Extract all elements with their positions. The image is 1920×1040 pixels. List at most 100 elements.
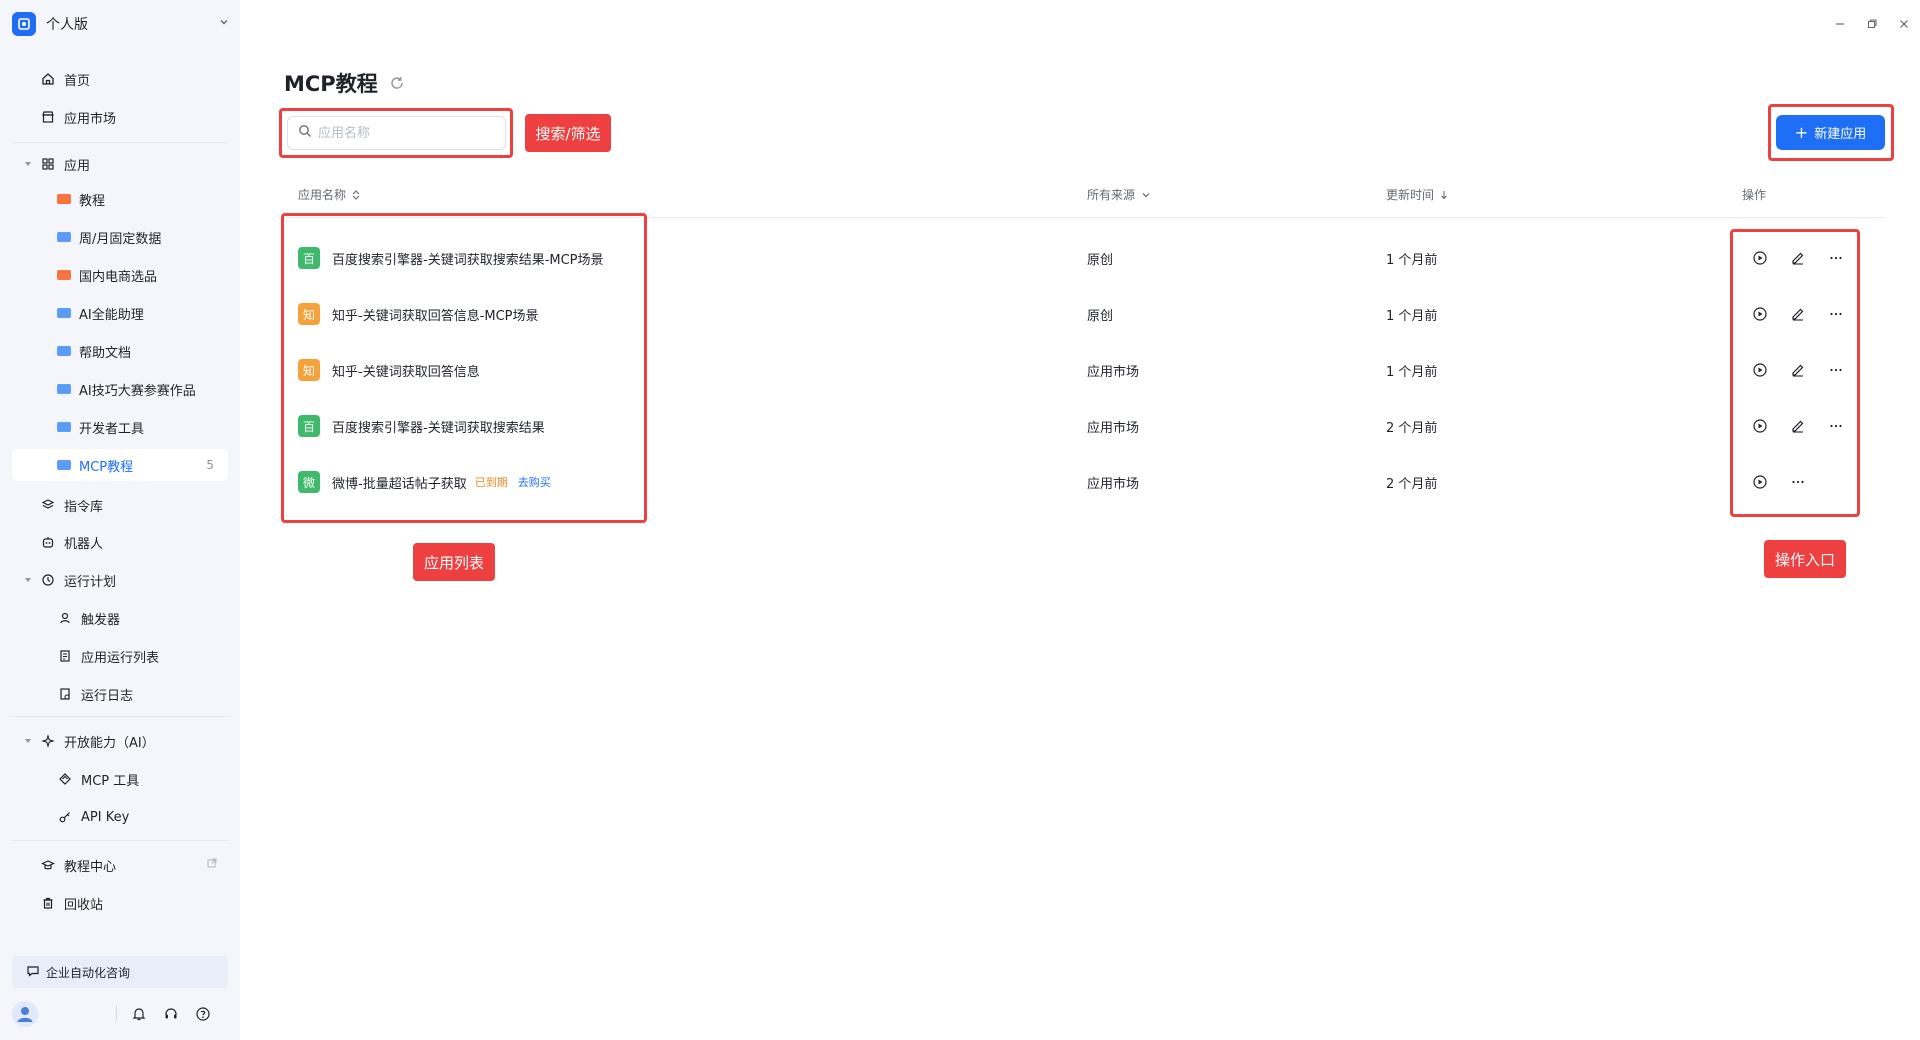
buy-link[interactable]: 去购买 bbox=[518, 474, 551, 490]
search-input[interactable] bbox=[318, 125, 498, 141]
folder-icon bbox=[57, 194, 71, 204]
sidebar-folder-ai-assistant[interactable]: AI全能助理 bbox=[12, 297, 228, 329]
app-updated: 2 个月前 bbox=[1386, 476, 1438, 492]
more-icon[interactable] bbox=[1825, 359, 1847, 381]
run-icon[interactable] bbox=[1749, 359, 1771, 381]
sidebar-item-tutorial-center[interactable]: 教程中心 bbox=[12, 849, 228, 881]
divider bbox=[12, 716, 228, 717]
clock-icon bbox=[40, 572, 56, 588]
sidebar-item-label: AI技巧大赛参赛作品 bbox=[79, 383, 196, 399]
table-row[interactable]: 百 百度搜索引擎器-关键词获取搜索结果 应用市场 2 个月前 bbox=[284, 398, 1886, 454]
chat-icon bbox=[26, 964, 40, 981]
layers-icon bbox=[40, 497, 56, 513]
external-link-icon bbox=[206, 857, 218, 873]
sidebar-folder-ai-contest[interactable]: AI技巧大赛参赛作品 bbox=[12, 373, 228, 405]
edit-icon[interactable] bbox=[1787, 247, 1809, 269]
run-icon[interactable] bbox=[1749, 247, 1771, 269]
app-icon: 微 bbox=[298, 471, 320, 493]
app-name-cell: 百 百度搜索引擎器-关键词获取搜索结果 bbox=[298, 398, 545, 454]
sidebar-item-label: 开发者工具 bbox=[79, 421, 145, 437]
sidebar-item-label: MCP 工具 bbox=[81, 773, 140, 789]
minimize-window-icon[interactable] bbox=[1830, 14, 1850, 34]
table-row[interactable]: 知 知乎-关键词获取回答信息 应用市场 1 个月前 bbox=[284, 342, 1886, 398]
more-icon[interactable] bbox=[1825, 247, 1847, 269]
enterprise-consult-label: 企业自动化咨询 bbox=[46, 965, 131, 980]
sidebar-folder-dev-tools[interactable]: 开发者工具 bbox=[12, 411, 228, 443]
sidebar-item-label: 开放能力（AI） bbox=[64, 735, 155, 751]
more-icon[interactable] bbox=[1825, 303, 1847, 325]
headset-icon[interactable] bbox=[161, 1004, 181, 1024]
app-icon: 知 bbox=[298, 359, 320, 381]
sidebar-folder-help-docs[interactable]: 帮助文档 bbox=[12, 335, 228, 367]
workspace-name: 个人版 bbox=[46, 17, 88, 33]
new-app-button[interactable]: + 新建应用 bbox=[1776, 115, 1885, 150]
mcp-icon bbox=[57, 771, 73, 787]
sidebar-item-run-list[interactable]: 应用运行列表 bbox=[12, 640, 228, 672]
divider bbox=[12, 142, 228, 143]
sidebar-item-run-log[interactable]: 运行日志 bbox=[12, 678, 228, 710]
refresh-icon[interactable] bbox=[388, 74, 406, 92]
sidebar-item-label: 机器人 bbox=[64, 536, 104, 552]
action-entry-tag: 操作入口 bbox=[1764, 540, 1846, 578]
enterprise-consult-button[interactable]: 企业自动化咨询 bbox=[12, 956, 228, 988]
avatar[interactable] bbox=[12, 1001, 38, 1027]
app-name[interactable]: 百度搜索引擎器-关键词获取搜索结果-MCP场景 bbox=[332, 249, 604, 268]
edit-icon[interactable] bbox=[1787, 303, 1809, 325]
sidebar-item-robots[interactable]: 机器人 bbox=[12, 526, 228, 558]
workspace-switcher[interactable]: 个人版 bbox=[12, 10, 232, 38]
row-actions bbox=[1749, 286, 1863, 342]
sidebar-group-schedule[interactable]: 运行计划 bbox=[12, 564, 228, 596]
sidebar-group-open-ability[interactable]: 开放能力（AI） bbox=[12, 725, 228, 757]
divider bbox=[12, 840, 228, 841]
app-name[interactable]: 微博-批量超话帖子获取 bbox=[332, 473, 467, 492]
sidebar-item-triggers[interactable]: 触发器 bbox=[12, 602, 228, 634]
column-header-name[interactable]: 应用名称 bbox=[298, 186, 360, 203]
column-header-actions: 操作 bbox=[1742, 186, 1766, 203]
trigger-icon bbox=[57, 610, 73, 626]
table-row[interactable]: 百 百度搜索引擎器-关键词获取搜索结果-MCP场景 原创 1 个月前 bbox=[284, 230, 1886, 286]
app-source: 应用市场 bbox=[1087, 420, 1140, 436]
sidebar-group-apps[interactable]: 应用 bbox=[12, 148, 228, 180]
column-header-updated[interactable]: 更新时间 bbox=[1386, 186, 1448, 203]
sidebar-item-mcp-tool[interactable]: MCP 工具 bbox=[12, 763, 228, 795]
chevron-down-icon bbox=[1141, 190, 1151, 200]
sidebar-folder-tutorial[interactable]: 教程 bbox=[12, 183, 228, 215]
sidebar-item-home[interactable]: 首页 bbox=[12, 63, 228, 95]
sidebar-item-market[interactable]: 应用市场 bbox=[12, 101, 228, 133]
column-header-label: 所有来源 bbox=[1087, 188, 1136, 202]
sidebar-folder-weekly-data[interactable]: 周/月固定数据 bbox=[12, 221, 228, 253]
folder-icon bbox=[57, 308, 71, 318]
app-icon: 百 bbox=[298, 415, 320, 437]
run-icon[interactable] bbox=[1749, 303, 1771, 325]
run-icon[interactable] bbox=[1749, 471, 1771, 493]
table-row[interactable]: 微 微博-批量超话帖子获取 已到期 去购买 应用市场 2 个月前 bbox=[284, 454, 1886, 510]
caret-down-icon bbox=[22, 737, 34, 745]
help-icon[interactable] bbox=[193, 1004, 213, 1024]
app-name[interactable]: 知乎-关键词获取回答信息 bbox=[332, 361, 480, 380]
restore-window-icon[interactable] bbox=[1862, 14, 1882, 34]
sidebar-folder-ecommerce[interactable]: 国内电商选品 bbox=[12, 259, 228, 291]
search-box bbox=[287, 116, 506, 150]
table-row[interactable]: 知 知乎-关键词获取回答信息-MCP场景 原创 1 个月前 bbox=[284, 286, 1886, 342]
sparkle-icon bbox=[40, 733, 56, 749]
app-name[interactable]: 百度搜索引擎器-关键词获取搜索结果 bbox=[332, 417, 545, 436]
more-icon[interactable] bbox=[1787, 471, 1809, 493]
close-window-icon[interactable] bbox=[1894, 14, 1914, 34]
sidebar-item-api-key[interactable]: API Key bbox=[12, 801, 228, 833]
sidebar-item-recycle[interactable]: 回收站 bbox=[12, 887, 228, 919]
log-icon bbox=[57, 686, 73, 702]
caret-down-icon bbox=[22, 160, 34, 168]
sidebar-item-label: 回收站 bbox=[64, 897, 104, 913]
sidebar-item-label: 应用 bbox=[64, 158, 91, 174]
sidebar-folder-mcp-tutorial[interactable]: MCP教程 5 bbox=[12, 449, 228, 481]
edit-icon[interactable] bbox=[1787, 415, 1809, 437]
bell-icon[interactable] bbox=[129, 1004, 149, 1024]
edit-icon[interactable] bbox=[1787, 359, 1809, 381]
more-icon[interactable] bbox=[1825, 415, 1847, 437]
table-header-divider bbox=[284, 217, 1886, 218]
column-header-source[interactable]: 所有来源 bbox=[1087, 186, 1151, 203]
sidebar-item-commands[interactable]: 指令库 bbox=[12, 489, 228, 521]
app-name[interactable]: 知乎-关键词获取回答信息-MCP场景 bbox=[332, 305, 539, 324]
run-icon[interactable] bbox=[1749, 415, 1771, 437]
sidebar-item-label: 首页 bbox=[64, 73, 91, 89]
